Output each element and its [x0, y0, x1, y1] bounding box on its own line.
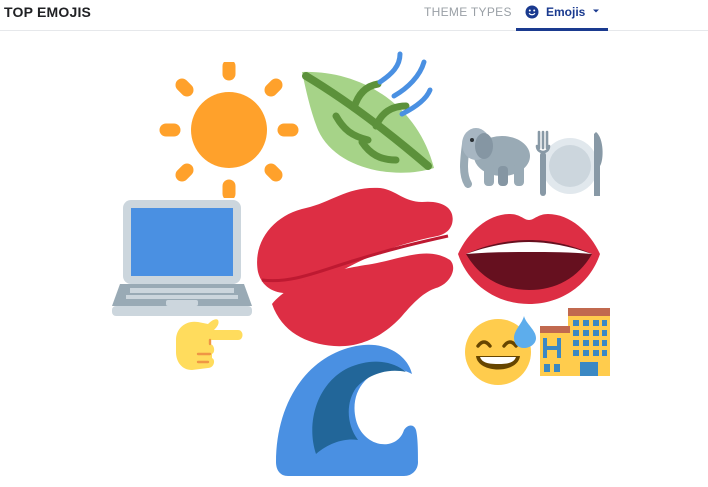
- water-wave-icon[interactable]: [276, 344, 418, 476]
- elephant-icon[interactable]: [458, 124, 532, 188]
- sun-icon[interactable]: [158, 62, 300, 198]
- leaf-wind-icon[interactable]: [296, 50, 438, 184]
- mouth-icon[interactable]: [458, 208, 600, 304]
- laptop-icon[interactable]: [112, 200, 252, 318]
- kiss-mark-icon[interactable]: [252, 184, 458, 348]
- top-header: TOP EMOJIS THEME TYPES Emojis: [0, 0, 708, 31]
- fork-knife-plate-icon[interactable]: [534, 128, 606, 200]
- pointing-right-icon[interactable]: [170, 314, 244, 372]
- chevron-down-icon[interactable]: [592, 8, 600, 14]
- hotel-icon[interactable]: [540, 308, 612, 378]
- emoji-cloud: [0, 32, 708, 487]
- tab-emojis-label: Emojis: [546, 5, 586, 19]
- tab-emojis[interactable]: Emojis: [516, 0, 608, 31]
- page-title: TOP EMOJIS: [4, 4, 92, 20]
- tab-theme-types[interactable]: THEME TYPES: [424, 5, 512, 19]
- smiley-icon: [525, 5, 539, 19]
- sweat-smile-icon[interactable]: [464, 314, 538, 386]
